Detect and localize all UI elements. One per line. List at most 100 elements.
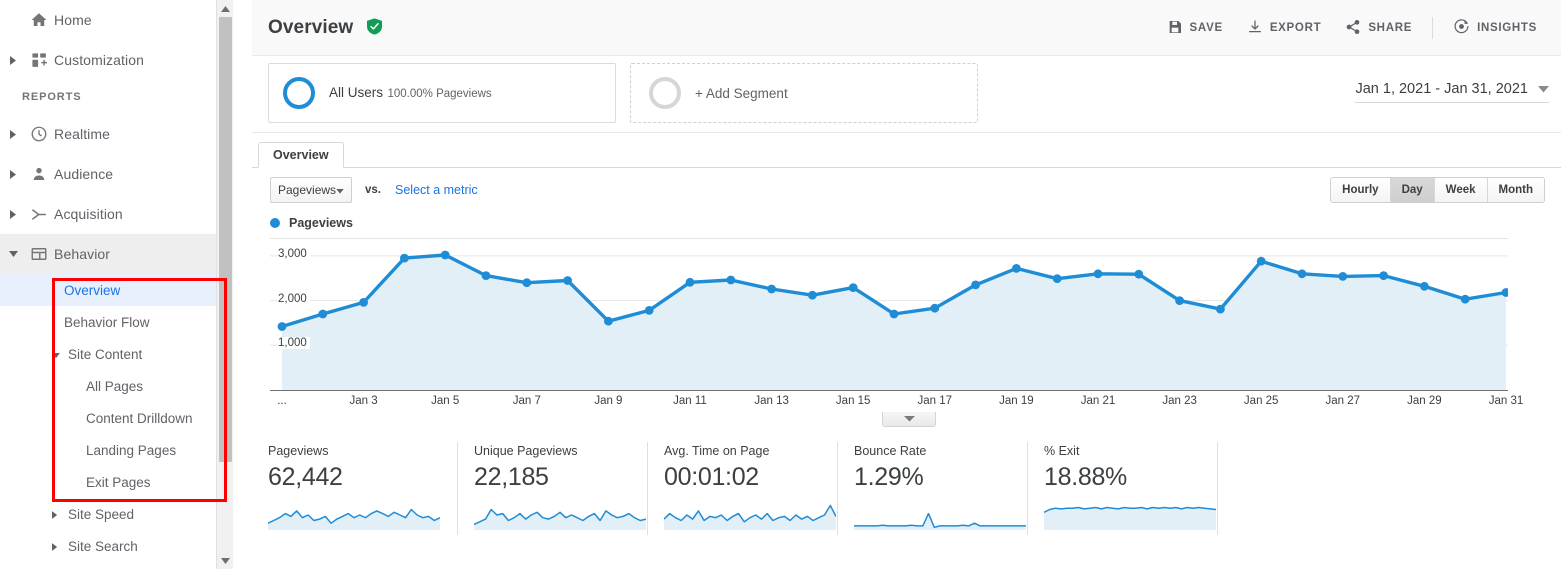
- x-axis-ellipsis: ...: [277, 395, 287, 407]
- sidebar-item-label: Customization: [54, 52, 145, 68]
- sidebar-subitem-label: Exit Pages: [86, 474, 151, 490]
- save-button[interactable]: SAVE: [1155, 12, 1235, 45]
- save-floppy-icon: [1167, 19, 1183, 38]
- kpi-card[interactable]: Unique Pageviews 22,185: [458, 442, 648, 535]
- granularity-week[interactable]: Week: [1434, 178, 1488, 202]
- x-axis-tick: Jan 25: [1243, 395, 1279, 407]
- select-metric-link[interactable]: Select a metric: [395, 183, 478, 197]
- y-axis-tick: 2,000: [278, 292, 310, 305]
- sidebar-item-site-content[interactable]: Site Content: [0, 338, 233, 370]
- y-axis-tick: 3,000: [278, 247, 310, 260]
- segment-title: All Users: [329, 85, 384, 100]
- main-chart: Pageviews 1,000 2,000 3,000 ... Jan 3 Jan 5…: [252, 212, 1561, 427]
- person-icon: [24, 165, 54, 183]
- sidebar-subitem-label: Site Content: [68, 346, 143, 362]
- granularity-day[interactable]: Day: [1390, 178, 1435, 202]
- vs-label: vs.: [365, 184, 381, 196]
- chart-legend: Pageviews: [270, 212, 1561, 234]
- kpi-value: 22,185: [474, 463, 549, 491]
- scrollbar-thumb[interactable]: [219, 17, 232, 462]
- sidebar-subitem-label: Content Drilldown: [86, 410, 193, 426]
- scroll-up-icon[interactable]: [217, 0, 233, 17]
- chevron-right-icon: [2, 55, 24, 65]
- date-range-value: Jan 1, 2021 - Jan 31, 2021: [1355, 81, 1528, 97]
- sidebar-item-overview[interactable]: Overview: [0, 274, 233, 306]
- sidebar-item-home[interactable]: Home: [0, 0, 233, 40]
- x-axis-tick: Jan 11: [673, 395, 707, 407]
- sidebar-item-site-speed[interactable]: Site Speed: [0, 498, 233, 530]
- x-axis-tick: Jan 13: [754, 395, 789, 407]
- sidebar-item-content-drilldown[interactable]: Content Drilldown: [0, 402, 233, 434]
- chevron-down-icon: [1538, 80, 1549, 98]
- sidebar-item-audience[interactable]: Audience: [0, 154, 233, 194]
- sidebar-item-customization[interactable]: Customization: [0, 40, 233, 80]
- kpi-card[interactable]: Pageviews 62,442: [267, 442, 458, 535]
- date-range-picker[interactable]: Jan 1, 2021 - Jan 31, 2021: [1355, 80, 1549, 103]
- metric-select[interactable]: Pageviews: [270, 177, 352, 203]
- sidebar-item-behavior[interactable]: Behavior: [0, 234, 233, 274]
- metric-select-value: Pageviews: [278, 183, 337, 197]
- page-header: Overview SAVE EXPORT SHARE INSIGHTS: [252, 0, 1561, 56]
- page-title: Overview: [268, 17, 382, 39]
- sidebar-item-site-search[interactable]: Site Search: [0, 530, 233, 562]
- chart-collapse-handle[interactable]: [882, 412, 936, 427]
- home-icon: [24, 11, 54, 29]
- kpi-label: Avg. Time on Page: [664, 444, 770, 458]
- kpi-cards: Pageviews 62,442 Unique Pageviews 22,185 A…: [252, 442, 1561, 535]
- sidebar-item-acquisition[interactable]: Acquisition: [0, 194, 233, 234]
- share-label: SHARE: [1368, 22, 1413, 34]
- sidebar-subitem-label: Overview: [64, 282, 121, 298]
- chart-controls: Pageviews vs. Select a metric Hourly Day…: [252, 168, 1561, 212]
- kpi-card[interactable]: Bounce Rate 1.29%: [838, 442, 1028, 535]
- chevron-right-icon: [2, 129, 24, 139]
- kpi-card[interactable]: % Exit 18.88%: [1028, 442, 1218, 535]
- chevron-down-icon: [2, 250, 24, 258]
- x-axis: ... Jan 3 Jan 5 Jan 7 Jan 9 Jan 11 Jan 13 Jan …: [270, 390, 1523, 427]
- left-sidebar: Home Customization REPORTS Realtime Audi…: [0, 0, 233, 569]
- share-icon: [1345, 19, 1361, 38]
- x-axis-tick: Jan 29: [1407, 395, 1442, 407]
- x-axis-tick: Jan 19: [999, 395, 1034, 407]
- export-button[interactable]: EXPORT: [1235, 12, 1334, 45]
- sidebar-item-realtime[interactable]: Realtime: [0, 114, 233, 154]
- page-title-text: Overview: [268, 16, 354, 38]
- sidebar-item-landing-pages[interactable]: Landing Pages: [0, 434, 233, 466]
- sidebar-item-label: Acquisition: [54, 206, 123, 222]
- report-tabs: Overview: [252, 142, 1561, 168]
- add-segment-button[interactable]: + Add Segment: [630, 63, 978, 123]
- legend-label: Pageviews: [289, 216, 353, 230]
- segment-all-users[interactable]: All Users 100.00% Pageviews: [268, 63, 616, 123]
- chart-svg[interactable]: [270, 238, 1508, 390]
- sidebar-subitem-label: Landing Pages: [86, 442, 177, 458]
- chevron-right-icon: [52, 507, 64, 522]
- segment-ring-icon: [283, 77, 315, 109]
- sidebar-subitem-label: Behavior Flow: [64, 314, 150, 330]
- granularity-hourly[interactable]: Hourly: [1331, 178, 1391, 202]
- share-button[interactable]: SHARE: [1333, 12, 1424, 45]
- segment-subtitle: 100.00% Pageviews: [387, 88, 492, 100]
- segment-bar: All Users 100.00% Pageviews + Add Segmen…: [252, 56, 1561, 133]
- divider: [1432, 17, 1434, 39]
- sidebar-item-exit-pages[interactable]: Exit Pages: [0, 466, 233, 498]
- tab-overview[interactable]: Overview: [258, 142, 344, 168]
- kpi-card[interactable]: Avg. Time on Page 00:01:02: [648, 442, 838, 535]
- chevron-down-icon: [903, 416, 915, 422]
- x-axis-tick: Jan 23: [1162, 395, 1197, 407]
- kpi-value: 1.29%: [854, 463, 924, 491]
- sidebar-item-all-pages[interactable]: All Pages: [0, 370, 233, 402]
- segment-ring-icon: [649, 77, 681, 109]
- x-axis-tick: Jan 3: [349, 395, 378, 407]
- granularity-month[interactable]: Month: [1487, 178, 1544, 202]
- sidebar-scrollbar[interactable]: [216, 0, 233, 569]
- sidebar-item-behavior-flow[interactable]: Behavior Flow: [0, 306, 233, 338]
- verified-shield-icon: [366, 17, 382, 35]
- scroll-down-icon[interactable]: [217, 552, 233, 569]
- kpi-label: Bounce Rate: [854, 444, 927, 458]
- insights-button[interactable]: INSIGHTS: [1441, 11, 1549, 45]
- kpi-label: Pageviews: [268, 444, 329, 458]
- kpi-value: 00:01:02: [664, 463, 759, 491]
- export-label: EXPORT: [1269, 22, 1322, 34]
- analytics-app: Home Customization REPORTS Realtime Audi…: [0, 0, 1561, 569]
- kpi-sparkline: [854, 500, 1026, 535]
- x-axis-tick: Jan 17: [917, 395, 953, 407]
